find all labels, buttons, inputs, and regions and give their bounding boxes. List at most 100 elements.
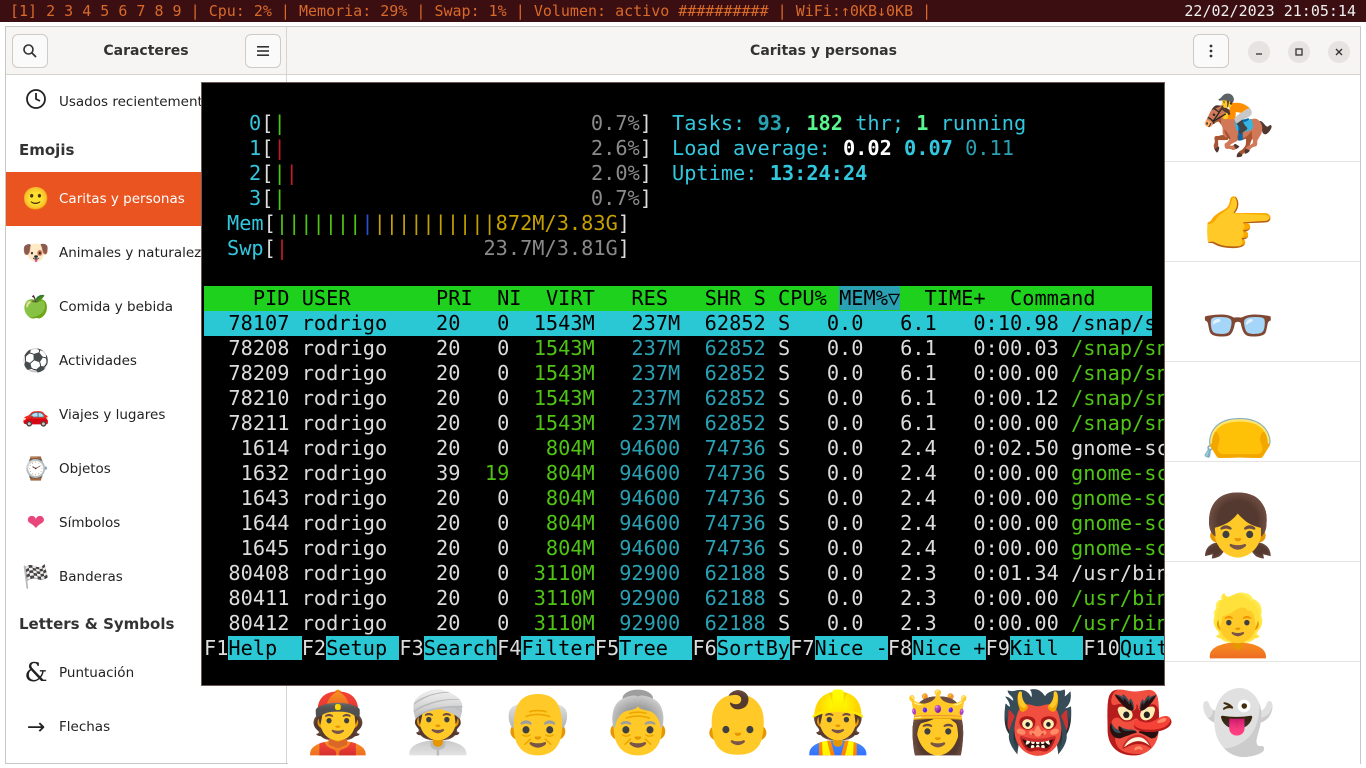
process-row[interactable]: 1614 rodrigo 20 0 804M 94600 74736 S 0.0… [204, 436, 1164, 461]
column-shr[interactable]: SHR [705, 286, 742, 310]
cell-ni: 0 [460, 436, 510, 460]
process-row[interactable]: 78208 rodrigo 20 0 1543M 237M 62852 S 0.… [204, 336, 1164, 361]
emoji-bottom[interactable]: 👹 [998, 688, 1078, 758]
htop-terminal[interactable]: 0[| 0.7%] 1[| 2.6%] 2[|| 2.0%] 3[| 0.7%]… [201, 82, 1165, 686]
process-table-header[interactable]: PID USER PRI NI VIRT RES SHR S CPU% MEM%… [204, 286, 1152, 311]
process-row[interactable]: 78210 rodrigo 20 0 1543M 237M 62852 S 0.… [204, 386, 1164, 411]
memory-status: Memoria: 29% [299, 2, 408, 20]
emoji-bottom[interactable]: 👸 [898, 688, 978, 758]
process-row[interactable]: 1644 rodrigo 20 0 804M 94600 74736 S 0.0… [204, 511, 1164, 536]
kebab-icon [1209, 44, 1213, 58]
fkey-f3[interactable]: F3 [399, 636, 423, 660]
emoji-bottom[interactable]: 👶 [698, 688, 778, 758]
process-row[interactable]: 80408 rodrigo 20 0 3110M 92900 62188 S 0… [204, 561, 1164, 586]
process-row[interactable]: 78107 rodrigo 20 0 1543M 237M 62852 S 0.… [204, 311, 1164, 336]
emoji-bottom[interactable]: 👲 [298, 688, 378, 758]
sidebar-item-arrows[interactable]: → Flechas [6, 700, 287, 754]
emoji-girl[interactable]: 👧 [1198, 491, 1278, 561]
options-button[interactable] [1193, 34, 1229, 68]
cell-user: rodrigo [301, 461, 412, 485]
process-row[interactable]: 78209 rodrigo 20 0 1543M 237M 62852 S 0.… [204, 361, 1164, 386]
app-title: Caracteres [103, 43, 189, 59]
emoji-bottom[interactable]: 👻 [1198, 688, 1278, 758]
fkey-label[interactable]: Quit [1119, 636, 1164, 660]
arrow-icon: → [26, 714, 46, 740]
emoji-bottom[interactable]: 👵 [598, 688, 678, 758]
fkey-label[interactable]: Tree [619, 636, 693, 660]
fkey-f7[interactable]: F7 [790, 636, 814, 660]
fkey-label[interactable]: Kill [1009, 636, 1084, 660]
sidebar-item-label: Usados recientemente [59, 94, 212, 110]
column-time[interactable]: TIME+ [925, 286, 986, 310]
column-pri[interactable]: PRI [436, 286, 473, 310]
ampersand-icon: & [24, 658, 48, 688]
fkey-label[interactable]: Nice - [814, 636, 888, 660]
fkey-label[interactable]: SortBy [716, 636, 791, 660]
swap-status: Swap: 1% [434, 2, 507, 20]
emoji-pointing-right[interactable]: 👉 [1198, 191, 1278, 261]
cell-ni: 0 [460, 511, 510, 535]
sidebar-item-label: Comida y bebida [59, 299, 174, 315]
fkey-f6[interactable]: F6 [692, 636, 716, 660]
fkey-f9[interactable]: F9 [986, 636, 1010, 660]
emoji-bottom[interactable]: 👷 [798, 688, 878, 758]
emoji-pouch[interactable]: 👝 [1198, 391, 1278, 461]
column-pid[interactable]: PID [253, 286, 290, 310]
cell-user: rodrigo [301, 411, 412, 435]
load-average: Load average: 0.02 0.07 0.11 [672, 136, 1014, 160]
cell-res: 94600 [594, 536, 681, 560]
fkey-f8[interactable]: F8 [888, 636, 912, 660]
fkey-f5[interactable]: F5 [595, 636, 619, 660]
column-ni[interactable]: NI [497, 286, 521, 310]
emoji-glasses[interactable]: 👓 [1198, 291, 1278, 361]
cell-cpu: 0.0 [790, 311, 864, 335]
fkey-label[interactable]: Search [423, 636, 498, 660]
status-bar: [1] 2 3 4 5 6 7 8 9 | Cpu: 2% | Memoria:… [0, 0, 1366, 22]
emoji-bottom[interactable]: 👴 [498, 688, 578, 758]
cell-mem: 6.1 [863, 411, 937, 435]
clock: 22/02/2023 21:05:14 [1184, 2, 1356, 20]
minimize-button[interactable] [1248, 41, 1270, 63]
close-button[interactable] [1328, 41, 1350, 63]
column-command[interactable]: Command [1010, 286, 1095, 310]
process-row[interactable]: 1645 rodrigo 20 0 804M 94600 74736 S 0.0… [204, 536, 1164, 561]
cell-virt: 804M [509, 436, 595, 460]
process-row[interactable]: 1643 rodrigo 20 0 804M 94600 74736 S 0.0… [204, 486, 1164, 511]
column-res[interactable]: RES [631, 286, 668, 310]
cell-shr: 62852 [680, 386, 766, 410]
emoji-horse-racing[interactable]: 🏇 [1198, 91, 1278, 161]
fkey-f1[interactable]: F1 [204, 636, 228, 660]
workspaces[interactable]: [1] 2 3 4 5 6 7 8 9 [10, 2, 182, 20]
fkey-f10[interactable]: F10 [1083, 636, 1120, 660]
emoji-bottom[interactable]: 👺 [1098, 688, 1178, 758]
process-row[interactable]: 80411 rodrigo 20 0 3110M 92900 62188 S 0… [204, 586, 1164, 611]
cpu-meter: 1[| 2.6%] [249, 136, 652, 160]
fkey-label[interactable]: Setup [326, 636, 400, 660]
fkey-f2[interactable]: F2 [302, 636, 326, 660]
cell-res: 92900 [594, 611, 681, 635]
menu-button[interactable] [245, 34, 281, 68]
process-row[interactable]: 80412 rodrigo 20 0 3110M 92900 62188 S 0… [204, 611, 1164, 636]
cell-shr: 74736 [680, 536, 766, 560]
column-user[interactable]: USER [302, 286, 351, 310]
process-row[interactable]: 78211 rodrigo 20 0 1543M 237M 62852 S 0.… [204, 411, 1164, 436]
maximize-icon [1295, 48, 1303, 56]
fkey-label[interactable]: Filter [521, 636, 595, 660]
fkey-label[interactable]: Nice + [912, 636, 986, 660]
column-mem-sorted[interactable]: MEM%▽ [839, 286, 901, 310]
cell-virt: 1543M [509, 386, 595, 410]
maximize-button[interactable] [1288, 41, 1310, 63]
fkey-f4[interactable]: F4 [497, 636, 521, 660]
cell-virt: 804M [509, 461, 595, 485]
cell-pid: 78209 [204, 361, 290, 385]
column-cpu[interactable]: CPU% [778, 286, 827, 310]
emoji-bottom[interactable]: 👳 [398, 688, 478, 758]
fkey-label[interactable]: Help [228, 636, 302, 660]
search-button[interactable] [12, 34, 48, 68]
column-state[interactable]: S [754, 286, 766, 310]
process-row[interactable]: 1632 rodrigo 39 19 804M 94600 74736 S 0.… [204, 461, 1164, 486]
cpu-status: Cpu: 2% [208, 2, 272, 20]
cell-cpu: 0.0 [790, 361, 864, 385]
column-virt[interactable]: VIRT [546, 286, 595, 310]
emoji-blond-person[interactable]: 👱 [1198, 591, 1278, 661]
